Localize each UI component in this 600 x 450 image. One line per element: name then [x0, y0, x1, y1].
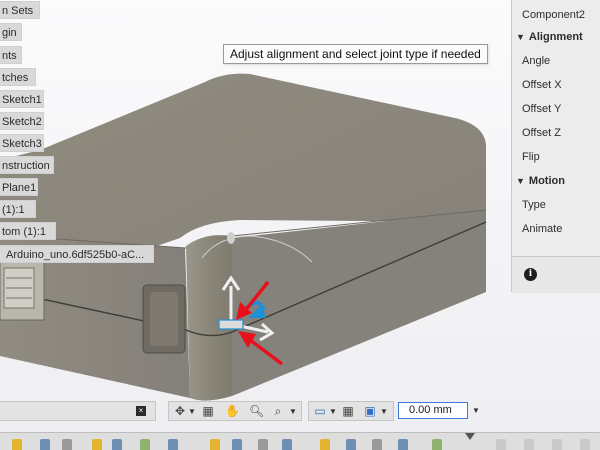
motion-type[interactable]: Type [512, 194, 546, 216]
timeline-marker[interactable] [465, 433, 475, 440]
timeline-feature-icon[interactable] [398, 439, 408, 450]
browser-item-bottom-component[interactable]: tom (1):1 [0, 222, 56, 240]
timeline-feature-icon[interactable] [524, 439, 534, 450]
chevron-down-icon[interactable]: ▼ [472, 406, 480, 415]
collapse-triangle-icon: ▼ [516, 176, 525, 186]
alignment-header-label: Alignment [528, 31, 583, 43]
alignment-angle[interactable]: Angle [512, 50, 550, 72]
display-toolbar: ▭ ▼ ▦ ▣ ▼ [308, 401, 394, 421]
timeline-feature-icon[interactable] [62, 439, 72, 450]
alignment-offset-y[interactable]: Offset Y [512, 98, 561, 120]
motion-section-header[interactable]: ▼ Motion [512, 170, 565, 192]
motion-header-label: Motion [528, 175, 565, 187]
browser-item-joints[interactable]: nts [0, 46, 22, 64]
timeline-feature-icon[interactable] [580, 439, 590, 450]
zoom-window-icon[interactable]: ⌕ [271, 405, 285, 417]
browser-item-named-views[interactable]: n Sets [0, 1, 40, 19]
close-icon[interactable]: × [136, 406, 146, 416]
timeline-feature-icon[interactable] [258, 439, 268, 450]
timeline-sketch-icon[interactable] [320, 439, 330, 450]
comment-bar: × [0, 401, 156, 421]
browser-item-sketches[interactable]: tches [0, 68, 36, 86]
browser-item-plane1[interactable]: Plane1 [0, 178, 38, 196]
timeline-feature-icon[interactable] [140, 439, 150, 450]
timeline-feature-icon[interactable] [432, 439, 442, 450]
info-icon[interactable]: i [524, 268, 537, 281]
chevron-down-icon[interactable]: ▼ [289, 407, 297, 416]
model-view[interactable] [0, 0, 600, 450]
timeline-feature-icon[interactable] [112, 439, 122, 450]
chevron-down-icon[interactable]: ▼ [380, 407, 388, 416]
joint-tooltip: Adjust alignment and select joint type i… [223, 44, 488, 64]
timeline[interactable] [0, 432, 600, 450]
joint-panel: Component2 ▼ Alignment Angle Offset X Off… [511, 0, 600, 293]
dimension-input[interactable]: 0.00 mm [398, 402, 468, 419]
chevron-down-icon[interactable]: ▼ [329, 407, 337, 416]
component-two-label[interactable]: Component2 [512, 4, 585, 26]
browser-item-top-component[interactable]: (1):1 [0, 200, 36, 218]
viewports-icon[interactable]: ▣ [363, 405, 377, 417]
timeline-sketch-icon[interactable] [210, 439, 220, 450]
browser-item-origin[interactable]: gin [0, 23, 22, 41]
navigation-toolbar: ✥ ▼ ▦ ✋ 🔍︎ ⌕ ▼ [168, 401, 302, 421]
box-corner [186, 235, 232, 401]
alignment-offset-x[interactable]: Offset X [512, 74, 562, 96]
alignment-offset-z[interactable]: Offset Z [512, 122, 561, 144]
timeline-sketch-icon[interactable] [92, 439, 102, 450]
zoom-icon[interactable]: 🔍︎ [249, 405, 264, 417]
look-at-icon[interactable]: ▦ [201, 405, 215, 417]
orbit-icon[interactable]: ✥ [173, 405, 187, 417]
grid-icon[interactable]: ▦ [341, 405, 355, 417]
pan-hand-icon[interactable]: ✋ [225, 405, 240, 417]
timeline-feature-icon[interactable] [232, 439, 242, 450]
browser-item-sketch3[interactable]: Sketch3 [0, 134, 44, 152]
browser-item-sketch1[interactable]: Sketch1 [0, 90, 44, 108]
motion-animate[interactable]: Animate [512, 218, 562, 240]
browser-item-sketch2[interactable]: Sketch2 [0, 112, 44, 130]
timeline-feature-icon[interactable] [40, 439, 50, 450]
timeline-feature-icon[interactable] [282, 439, 292, 450]
viewport[interactable]: n Sets gin nts tches Sketch1 Sketch2 Ske… [0, 0, 600, 450]
panel-footer: i [512, 256, 600, 293]
display-settings-icon[interactable]: ▭ [313, 405, 327, 417]
timeline-feature-icon[interactable] [168, 439, 178, 450]
chevron-down-icon[interactable]: ▼ [188, 407, 196, 416]
alignment-flip[interactable]: Flip [512, 146, 540, 168]
timeline-sketch-icon[interactable] [12, 439, 22, 450]
timeline-feature-icon[interactable] [496, 439, 506, 450]
timeline-feature-icon[interactable] [552, 439, 562, 450]
timeline-feature-icon[interactable] [372, 439, 382, 450]
browser-item-arduino-uno[interactable]: Arduino_uno.6df525b0-aC... [0, 245, 154, 263]
browser-item-construction[interactable]: nstruction [0, 156, 54, 174]
alignment-section-header[interactable]: ▼ Alignment [512, 26, 583, 48]
timeline-feature-icon[interactable] [346, 439, 356, 450]
collapse-triangle-icon: ▼ [516, 32, 525, 42]
